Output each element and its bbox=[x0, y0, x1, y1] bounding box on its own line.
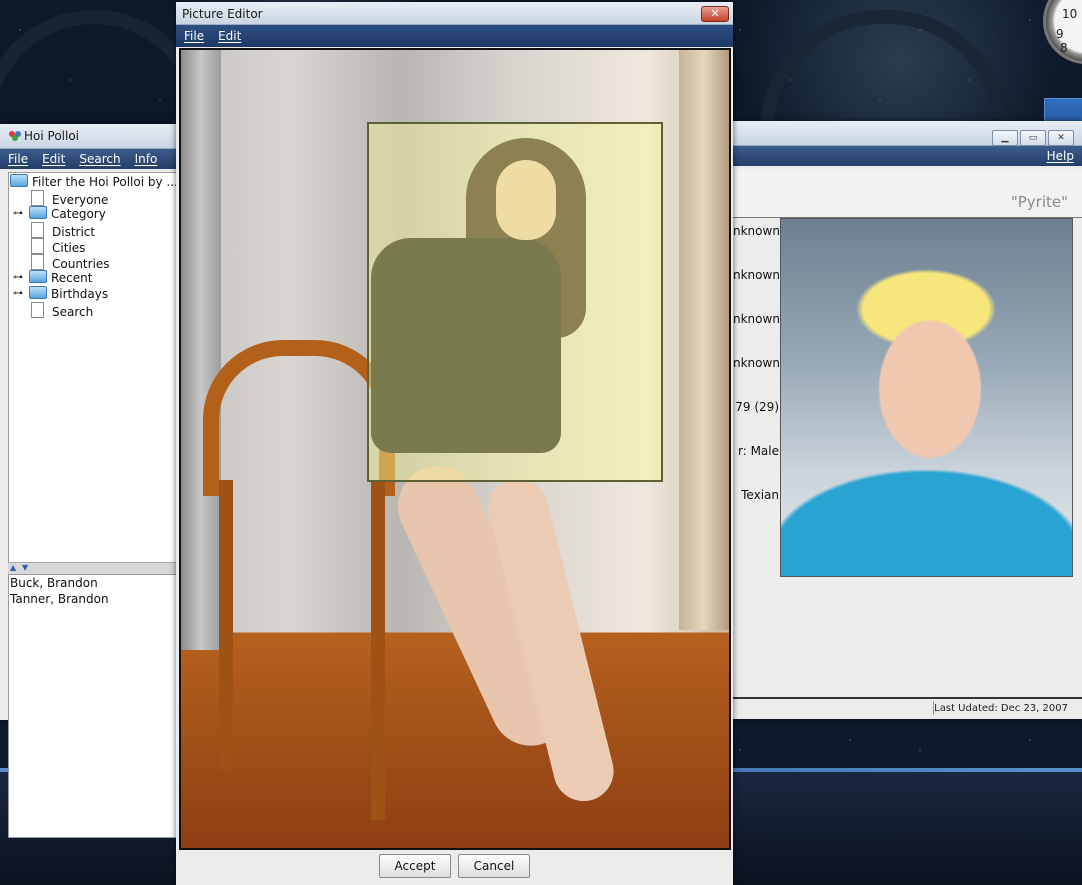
menu-info[interactable]: Info bbox=[127, 149, 164, 166]
tree-item-category[interactable]: Category bbox=[29, 206, 106, 222]
folder-icon bbox=[29, 206, 47, 219]
hoi-polloi-window: Hoi Polloi File Edit Search Info Filter the… bbox=[0, 124, 178, 838]
clock-numeral: 10 bbox=[1062, 7, 1078, 21]
document-icon bbox=[31, 254, 44, 270]
tree-item-search[interactable]: Search bbox=[31, 302, 94, 319]
tree-item-countries[interactable]: Countries bbox=[31, 254, 110, 271]
hoi-polloi-menubar: File Edit Search Info bbox=[0, 149, 176, 169]
person-photo[interactable] bbox=[780, 218, 1073, 577]
maximize-icon[interactable]: ▭ bbox=[1020, 130, 1046, 146]
tree-root-label: Filter the Hoi Polloi by ... bbox=[32, 175, 178, 189]
crop-selection[interactable] bbox=[367, 122, 663, 482]
picture-editor-window: Picture Editor ✕ File Edit Accept Cancel bbox=[176, 2, 733, 885]
menu-search[interactable]: Search bbox=[71, 149, 126, 166]
tree-item-birthdays[interactable]: Birthdays bbox=[29, 286, 108, 302]
tree-item-label: Birthdays bbox=[51, 287, 109, 301]
field-age: 79 (29) bbox=[735, 400, 779, 414]
photo-chair-leg bbox=[371, 480, 385, 820]
collapse-up-icon[interactable]: ▲ bbox=[10, 563, 16, 572]
menu-file[interactable]: File bbox=[0, 149, 34, 166]
last-updated-label: Last Udated: Dec 23, 2007 bbox=[934, 703, 1068, 714]
open-folder-icon bbox=[10, 174, 28, 187]
person-menubar: Help bbox=[733, 146, 1082, 166]
expand-key-icon[interactable]: ⊶ bbox=[13, 209, 25, 219]
menu-edit[interactable]: Edit bbox=[210, 25, 247, 43]
field-gender: r: Male bbox=[737, 444, 779, 458]
tree-item-everyone[interactable]: Everyone bbox=[31, 190, 109, 207]
list-item[interactable]: Tanner, Brandon bbox=[9, 591, 177, 607]
people-app-icon bbox=[9, 131, 21, 141]
document-icon bbox=[31, 238, 44, 254]
field-value: nknown bbox=[733, 312, 779, 326]
tree-root[interactable]: Filter the Hoi Polloi by ... bbox=[10, 174, 178, 190]
tree-item-cities[interactable]: Cities bbox=[31, 238, 86, 255]
status-bar: Last Udated: Dec 23, 2007 bbox=[733, 697, 1082, 719]
nickname-label: "Pyrite" bbox=[1010, 193, 1068, 211]
close-icon[interactable]: ✕ bbox=[1048, 130, 1074, 146]
accept-button[interactable]: Accept bbox=[379, 854, 451, 878]
menu-edit[interactable]: Edit bbox=[34, 149, 71, 166]
photo-curtain bbox=[679, 50, 729, 630]
folder-icon bbox=[29, 286, 47, 299]
editor-title: Picture Editor bbox=[182, 7, 263, 21]
cancel-button[interactable]: Cancel bbox=[458, 854, 530, 878]
list-item[interactable]: Buck, Brandon bbox=[9, 575, 177, 591]
menu-help[interactable]: Help bbox=[1039, 146, 1082, 163]
folder-icon bbox=[29, 270, 47, 283]
tree-item-label: Countries bbox=[52, 257, 110, 271]
tree-item-label: Cities bbox=[52, 241, 86, 255]
image-canvas[interactable] bbox=[179, 48, 731, 850]
hoi-polloi-titlebar[interactable]: Hoi Polloi bbox=[0, 124, 176, 149]
tree-item-district[interactable]: District bbox=[31, 222, 96, 239]
hoi-polloi-title: Hoi Polloi bbox=[24, 129, 80, 143]
field-value: nknown bbox=[733, 224, 779, 238]
tree-item-recent[interactable]: Recent bbox=[29, 270, 92, 286]
field-value: nknown bbox=[733, 268, 779, 282]
close-icon[interactable]: ✕ bbox=[701, 6, 729, 22]
expand-key-icon[interactable]: ⊶ bbox=[13, 289, 25, 299]
document-icon bbox=[31, 222, 44, 238]
menu-file[interactable]: File bbox=[176, 25, 210, 43]
clock-numeral: 8 bbox=[1060, 41, 1068, 55]
tree-item-label: Category bbox=[51, 207, 106, 221]
photo-curtain bbox=[181, 50, 221, 650]
clock-numeral: 9 bbox=[1056, 27, 1064, 41]
editor-menubar: File Edit bbox=[176, 25, 733, 47]
person-titlebar[interactable]: ▁ ▭ ✕ bbox=[733, 121, 1082, 146]
minimize-icon[interactable]: ▁ bbox=[992, 130, 1018, 146]
document-icon bbox=[31, 190, 44, 206]
tree-item-label: Everyone bbox=[52, 193, 109, 207]
field-value: nknown bbox=[733, 356, 779, 370]
field-nationality: Texian bbox=[741, 488, 779, 502]
editor-titlebar[interactable]: Picture Editor ✕ bbox=[176, 2, 733, 25]
tree-item-label: Recent bbox=[51, 271, 93, 285]
filter-tree: Filter the Hoi Polloi by ... Everyone ⊶ … bbox=[8, 172, 178, 564]
collapse-down-icon[interactable]: ▼ bbox=[22, 563, 28, 572]
expand-key-icon[interactable]: ⊶ bbox=[13, 273, 25, 283]
photo-chair-leg bbox=[219, 480, 233, 770]
results-list: Buck, Brandon Tanner, Brandon bbox=[8, 574, 178, 838]
document-icon bbox=[31, 302, 44, 318]
tree-item-label: District bbox=[52, 225, 96, 239]
tree-item-label: Search bbox=[52, 305, 94, 319]
nickname-bar: "Pyrite" bbox=[733, 169, 1082, 218]
person-details-window: ▁ ▭ ✕ Help "Pyrite" nknown nknown nknown n… bbox=[733, 121, 1082, 719]
